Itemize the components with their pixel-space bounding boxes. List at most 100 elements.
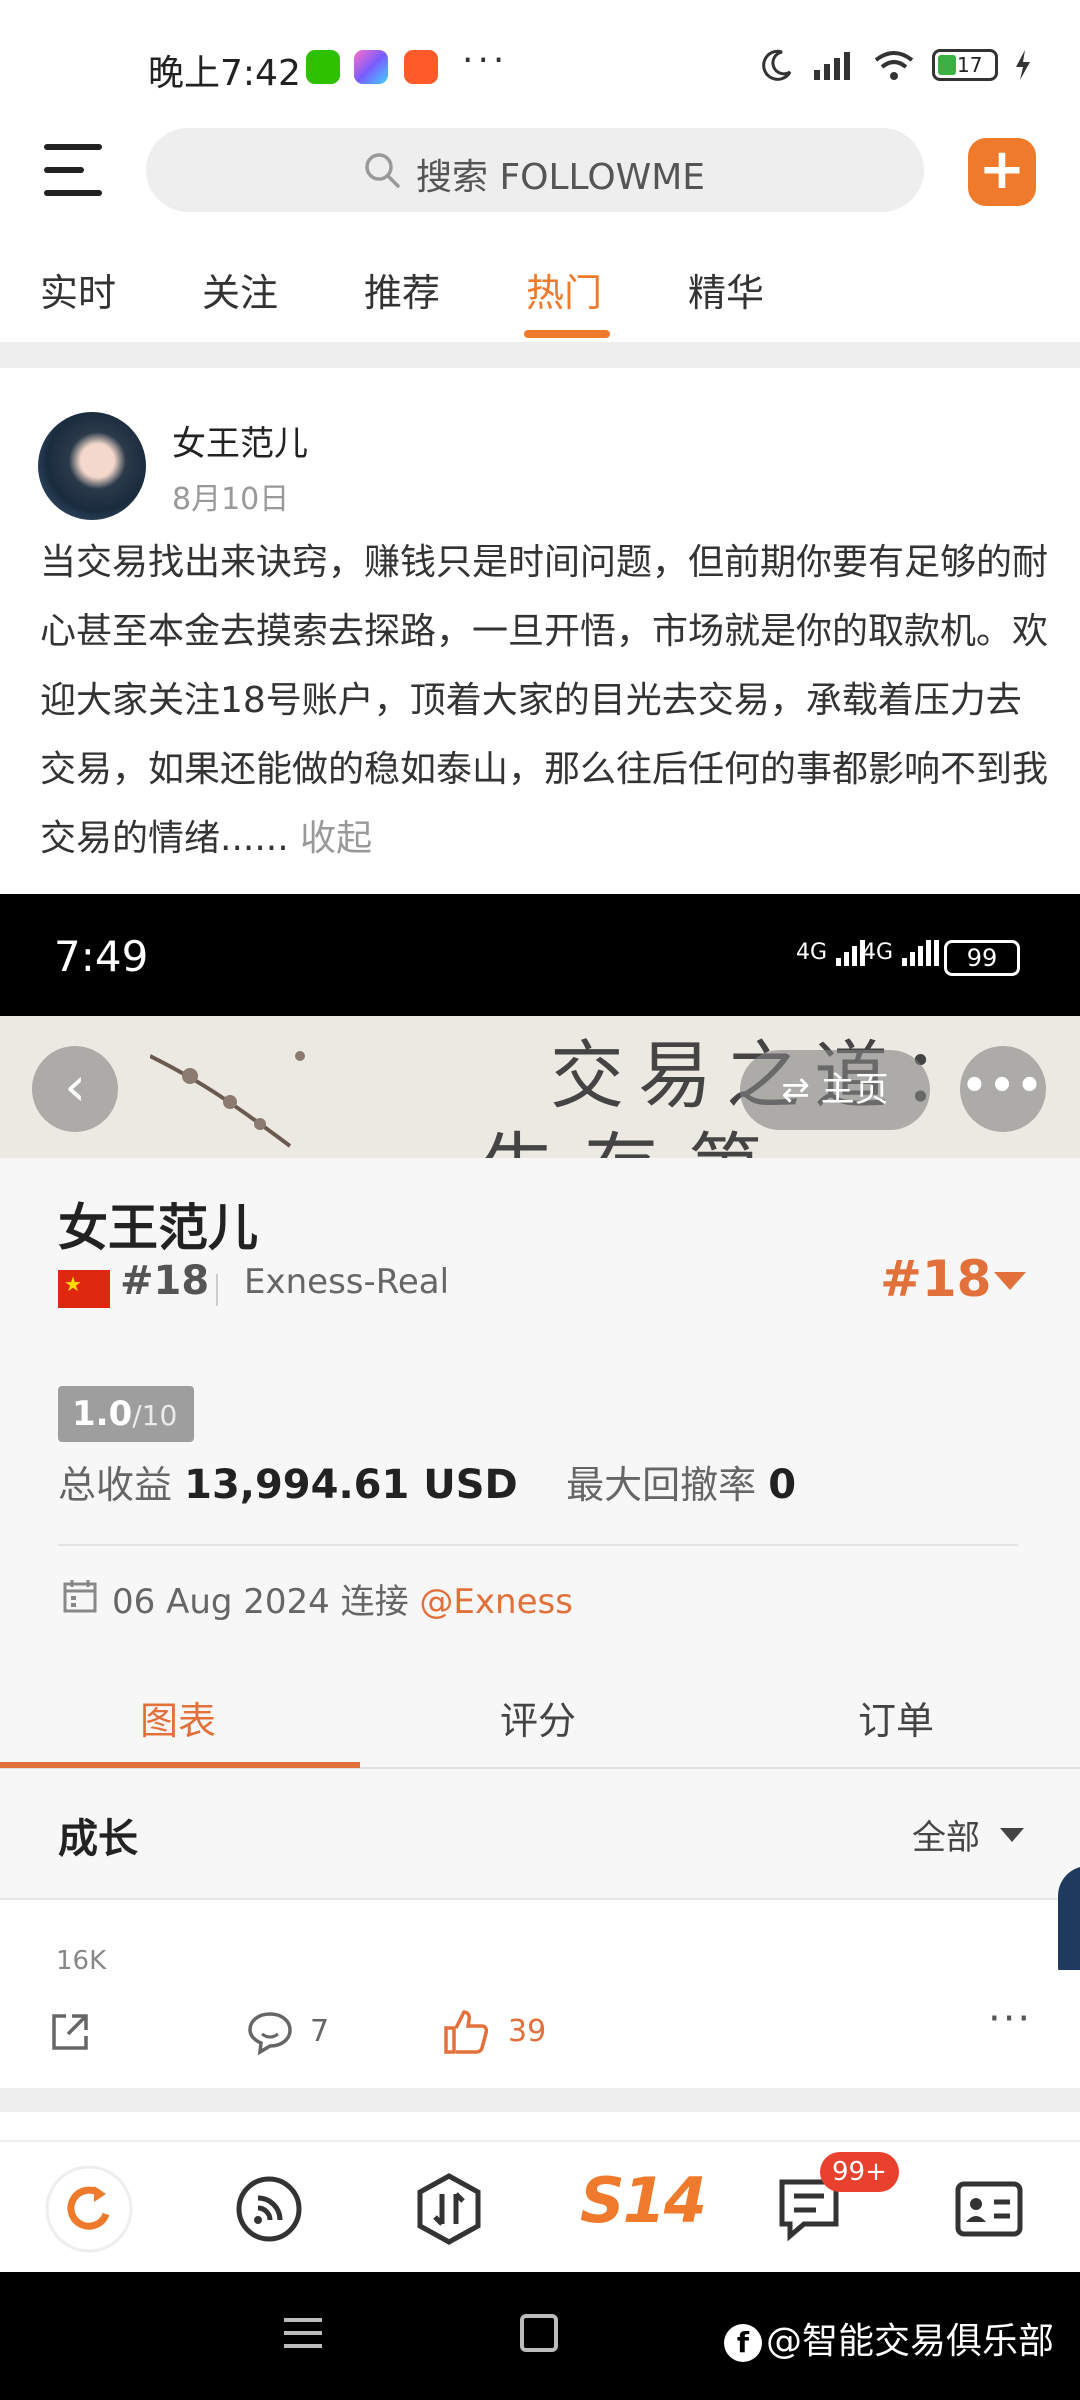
swap-icon: ⇄ (781, 1070, 810, 1110)
divider (58, 1544, 1018, 1546)
account-tabs: 图表 评分 订单 (0, 1670, 1080, 1770)
profile-banner: 交易之道： 生存第一 ‹ ⇄ 主页 ••• (0, 1016, 1080, 1158)
tab-featured[interactable]: 精华 (688, 262, 764, 317)
account-server: Exness-Real (244, 1262, 450, 1302)
battery-icon: 17 (932, 49, 998, 81)
avatar[interactable] (38, 412, 146, 520)
system-nav-bar: f @智能交易俱乐部 (0, 2272, 1080, 2400)
like-icon[interactable] (442, 2008, 490, 2056)
divider (216, 1274, 218, 1306)
messages-badge: 99+ (820, 2152, 899, 2192)
post-body: 当交易找出来诀窍，赚钱只是时间问题，但前期你要有足够的耐心甚至本金去摸索去探路，… (40, 528, 1050, 873)
menu-icon (44, 144, 102, 150)
wifi-icon (874, 51, 914, 80)
growth-section: 成长 全部 (0, 1770, 1080, 1900)
caret-down-icon[interactable] (994, 1272, 1026, 1290)
feed-post: 女王范儿 8月10日 当交易找出来诀窍，赚钱只是时间问题，但前期你要有足够的耐心… (0, 368, 1080, 894)
search-placeholder: 搜索 FOLLOWME (416, 157, 706, 198)
search-icon (365, 153, 400, 188)
calendar-icon (63, 1580, 97, 1613)
like-count: 39 (508, 2014, 547, 2049)
watermark: f @智能交易俱乐部 (724, 2312, 1054, 2364)
signal-label: 4G (796, 940, 828, 965)
more-options-button[interactable]: ••• (960, 1046, 1046, 1132)
homepage-label: 主页 (820, 1070, 889, 1110)
feed-tabs: 实时 关注 推荐 热门 精华 (0, 252, 1080, 342)
active-tab-indicator (0, 1762, 360, 1768)
score-value: 1.0 (72, 1394, 133, 1434)
post-author[interactable]: 女王范儿 (172, 416, 308, 465)
tab-chart[interactable]: 图表 (140, 1690, 216, 1745)
broker-link[interactable]: @Exness (419, 1582, 573, 1622)
signal-4g-icon: 4G (796, 938, 866, 968)
status-time: 晚上7:42 (148, 53, 301, 94)
recent-apps-button[interactable] (284, 2318, 322, 2357)
post-actions: 7 39 ··· (0, 1970, 1080, 2088)
trade-icon[interactable] (404, 2164, 494, 2254)
divider (0, 2088, 1080, 2112)
tab-recommended[interactable]: 推荐 (364, 262, 440, 317)
add-post-button[interactable]: + (968, 138, 1036, 206)
watermark-logo-icon: f (724, 2324, 762, 2362)
share-icon[interactable] (46, 2008, 94, 2056)
status-bar: 晚上7:42 ··· 17 (0, 0, 1080, 128)
battery-level: 17 (957, 53, 983, 77)
menu-button[interactable] (44, 144, 102, 196)
embedded-time: 7:49 (54, 932, 149, 981)
moon-icon (762, 49, 792, 81)
connect-date: 06 Aug 2024 连接 (112, 1582, 409, 1622)
homepage-button[interactable]: ⇄ 主页 (740, 1050, 930, 1130)
post-date: 8月10日 (172, 482, 290, 517)
comment-count: 7 (310, 2014, 330, 2049)
profit-value: 13,994.61 USD (184, 1462, 518, 1508)
profile-card-icon[interactable] (944, 2164, 1034, 2254)
home-button[interactable] (520, 2314, 558, 2352)
active-tab-indicator (524, 330, 610, 338)
comment-icon[interactable] (246, 2008, 294, 2056)
watermark-text: @智能交易俱乐部 (766, 2321, 1055, 2362)
divider (0, 342, 1080, 368)
charging-icon (1016, 50, 1030, 80)
search-bar[interactable]: 搜索 FOLLOWME (146, 128, 924, 212)
bottom-nav: S14 99+ (0, 2140, 1080, 2272)
account-name: 女王范儿 (58, 1199, 258, 1257)
account-switcher[interactable]: #18 (880, 1250, 991, 1308)
account-rank: #18 (120, 1258, 210, 1304)
s14-button[interactable]: S14 (580, 2164, 707, 2237)
back-button[interactable]: ‹ (32, 1046, 118, 1132)
profit-summary: 总收益 13,994.61 USD 最大回撤率 0 (58, 1454, 796, 1509)
connection-info: 06 Aug 2024 连接 @Exness (112, 1574, 573, 1623)
app-icon (354, 50, 388, 84)
embedded-status-bar: 7:49 4G 4G 99 (0, 894, 1080, 1016)
tab-hot[interactable]: 热门 (526, 262, 602, 317)
embedded-battery: 99 (944, 940, 1020, 976)
caret-down-icon[interactable] (1000, 1828, 1024, 1842)
chevron-left-icon: ‹ (64, 1055, 86, 1118)
app-header: 搜索 FOLLOWME + (0, 128, 1080, 238)
score-badge: 1.0/10 (58, 1386, 194, 1442)
growth-title: 成长 (58, 1816, 138, 1862)
tab-following[interactable]: 关注 (202, 262, 278, 317)
score-max: /10 (132, 1399, 178, 1432)
status-icons: 17 (760, 48, 1032, 82)
feed-icon[interactable] (224, 2164, 314, 2254)
account-card: 女王范儿 #18 Exness-Real #18 1.0/10 总收益 13,9… (0, 1158, 1080, 1670)
drawdown-value: 0 (768, 1462, 797, 1508)
refresh-icon[interactable] (44, 2164, 134, 2254)
signal-icon (814, 52, 850, 80)
growth-filter[interactable]: 全部 (912, 1810, 980, 1859)
video-app-icon (404, 50, 438, 84)
more-notifications-icon: ··· (462, 40, 509, 81)
signal-4g-icon-2: 4G (862, 938, 944, 968)
tab-realtime[interactable]: 实时 (40, 262, 116, 317)
china-flag-icon (58, 1270, 110, 1308)
more-icon[interactable]: ··· (988, 1996, 1032, 2042)
signal-label-2: 4G (862, 940, 894, 965)
wechat-icon (306, 50, 340, 84)
plum-branch-decoration (150, 1051, 305, 1148)
tab-rating[interactable]: 评分 (500, 1690, 576, 1745)
tab-orders[interactable]: 订单 (858, 1690, 934, 1745)
drawdown-label: 最大回撤率 (566, 1463, 757, 1507)
post-text: 当交易找出来诀窍，赚钱只是时间问题，但前期你要有足够的耐心甚至本金去摸索去探路，… (40, 542, 1049, 859)
collapse-link[interactable]: 收起 (300, 818, 372, 859)
